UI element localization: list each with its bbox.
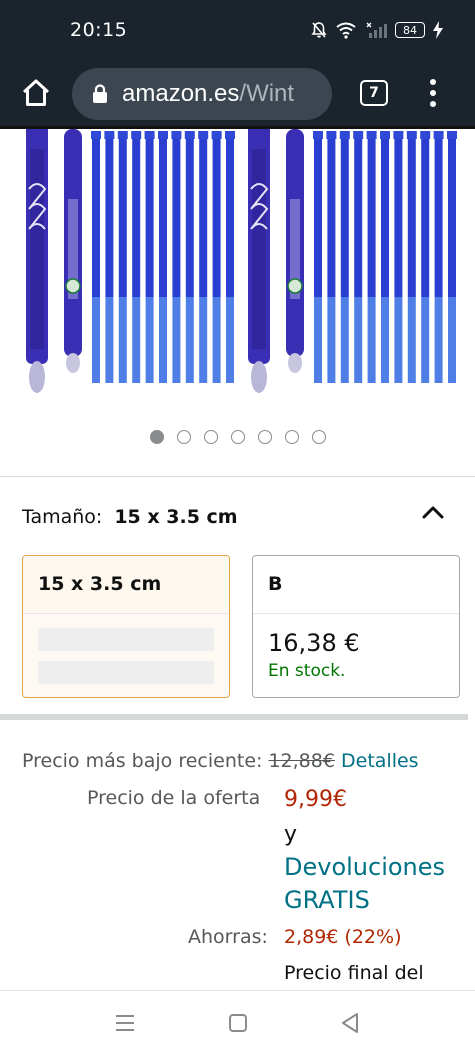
- status-icons: 84: [311, 18, 443, 42]
- carousel-dot[interactable]: [230, 430, 245, 444]
- refill: [327, 137, 336, 297]
- divider: [0, 476, 475, 477]
- tabs-button[interactable]: 7: [360, 80, 388, 106]
- carousel-dot[interactable]: [257, 430, 272, 444]
- offer-label: Precio de la oferta: [87, 787, 261, 809]
- offer-price: 9,99€: [284, 787, 347, 812]
- refill: [185, 137, 194, 297]
- charging-icon: [433, 21, 443, 39]
- refill: [92, 137, 100, 297]
- carousel-dot[interactable]: [176, 430, 191, 444]
- lock-icon: [93, 84, 107, 103]
- home-button[interactable]: [18, 75, 54, 111]
- more-icon: [430, 79, 436, 85]
- chevron-up-icon[interactable]: [419, 500, 447, 524]
- size-option-card-selected[interactable]: 15 x 3.5 cm: [22, 555, 230, 698]
- refill: [226, 137, 234, 297]
- refill: [159, 137, 167, 297]
- and-text: y: [284, 822, 298, 847]
- refill: [421, 137, 430, 297]
- mute-icon: [311, 22, 327, 38]
- recent-low-price: 12,88€: [268, 750, 335, 772]
- system-nav-bar: [0, 991, 475, 1056]
- size-option-name: B: [253, 556, 459, 614]
- refill: [354, 137, 363, 297]
- tab-count: 7: [369, 85, 379, 101]
- battery-icon: 84: [395, 22, 425, 38]
- status-bar: 20:15 84: [0, 0, 475, 60]
- refill: [172, 137, 181, 297]
- size-selector-header[interactable]: Tamaño: 15 x 3.5 cm: [22, 506, 238, 528]
- back-icon[interactable]: [337, 1011, 365, 1035]
- size-option-name: 15 x 3.5 cm: [23, 556, 229, 614]
- status-time: 20:15: [70, 19, 128, 41]
- url-host: amazon.es: [122, 80, 240, 107]
- refill: [314, 137, 322, 297]
- size-option-price: 16,38 €: [268, 629, 360, 657]
- size-option-loading: [23, 614, 229, 697]
- carousel-dot[interactable]: [203, 430, 218, 444]
- refill: [118, 137, 127, 297]
- refill: [367, 137, 376, 297]
- refill: [132, 137, 141, 297]
- loading-placeholder: [38, 661, 214, 684]
- recents-icon[interactable]: [111, 1011, 139, 1035]
- refill: [434, 137, 443, 297]
- wifi-icon: [336, 22, 356, 39]
- pens-illustration: [26, 129, 457, 393]
- size-label: Tamaño:: [22, 506, 103, 528]
- signal-icon: [366, 22, 387, 38]
- loading-placeholder: [38, 628, 214, 651]
- refill: [145, 137, 154, 297]
- size-option-card[interactable]: B 16,38 € En stock.: [252, 555, 460, 698]
- address-bar[interactable]: amazon.es/Wint: [72, 68, 332, 120]
- more-menu-button[interactable]: [420, 75, 446, 111]
- refill: [212, 137, 221, 297]
- carousel-dots: [0, 430, 475, 446]
- browser-toolbar: amazon.es/Wint 7: [0, 60, 475, 128]
- refill: [105, 137, 114, 297]
- divider: [0, 714, 468, 720]
- savings-label: Ahorras:: [188, 926, 268, 948]
- free-returns-link-line2[interactable]: GRATIS: [284, 886, 370, 914]
- refill: [448, 137, 456, 297]
- carousel-dot[interactable]: [311, 430, 326, 444]
- recent-low-label: Precio más bajo reciente:: [22, 750, 263, 772]
- size-option-stock: En stock.: [268, 661, 346, 681]
- final-price-label: Precio final del: [284, 962, 424, 984]
- refill: [199, 137, 208, 297]
- size-value: 15 x 3.5 cm: [114, 506, 238, 528]
- free-returns-link[interactable]: Devoluciones: [284, 853, 445, 881]
- carousel-dot[interactable]: [149, 430, 164, 444]
- details-link[interactable]: Detalles: [341, 750, 419, 772]
- home-nav-icon[interactable]: [224, 1011, 252, 1035]
- savings-value: 2,89€ (22%): [284, 926, 402, 948]
- url-path: /Wint: [239, 80, 295, 107]
- refill: [340, 137, 349, 297]
- home-icon: [22, 79, 50, 106]
- carousel-dot[interactable]: [284, 430, 299, 444]
- refill: [394, 137, 403, 297]
- refill: [381, 137, 389, 297]
- refill: [407, 137, 416, 297]
- product-image[interactable]: [0, 129, 475, 397]
